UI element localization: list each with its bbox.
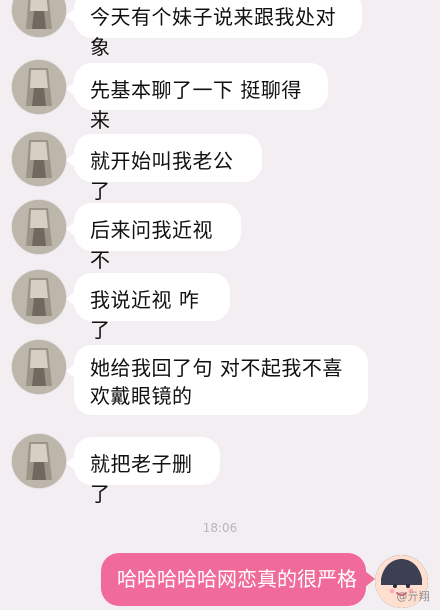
avatar-silhouette-icon <box>12 200 66 254</box>
avatar-silhouette-icon <box>12 434 66 488</box>
avatar-silhouette-icon <box>12 60 66 114</box>
message-bubble: 她给我回了句 对不起我不喜欢戴眼镜的 <box>66 345 368 415</box>
outgoing-message-text: 哈哈哈哈哈网恋真的很严格 <box>117 567 357 591</box>
contact-avatar[interactable] <box>12 200 66 254</box>
contact-avatar[interactable] <box>12 340 66 394</box>
message-text: 今天有个妹子说来跟我处对象 <box>90 5 336 59</box>
chat-window: 今天有个妹子说来跟我处对象 先基本聊了一下 挺聊得来 就开始叫我老公了 后来问我… <box>0 0 440 610</box>
avatar-silhouette-icon <box>12 270 66 324</box>
avatar-silhouette-icon <box>12 132 66 186</box>
message-text: 她给我回了句 对不起我不喜欢戴眼镜的 <box>90 356 343 408</box>
message-text: 就开始叫我老公了 <box>90 149 234 203</box>
message-text: 我说近视 咋了 <box>90 288 200 342</box>
message-bubble: 先基本聊了一下 挺聊得来 <box>66 63 328 132</box>
avatar-silhouette-icon <box>12 340 66 394</box>
contact-avatar[interactable] <box>12 434 66 488</box>
message-text: 先基本聊了一下 挺聊得来 <box>90 78 302 132</box>
contact-avatar[interactable] <box>12 270 66 324</box>
message-bubble: 就开始叫我老公了 <box>66 134 262 203</box>
message-bubble: 今天有个妹子说来跟我处对象 <box>66 0 362 59</box>
message-text: 就把老子删了 <box>90 452 193 506</box>
watermark: @亓翔 <box>396 590 430 603</box>
message-bubble: 就把老子删了 <box>66 437 220 506</box>
avatar-silhouette-icon <box>12 0 66 37</box>
contact-avatar[interactable] <box>12 132 66 186</box>
contact-avatar[interactable] <box>12 0 66 37</box>
message-bubble: 我说近视 咋了 <box>66 273 230 342</box>
message-text: 后来问我近视不 <box>90 218 213 272</box>
message-bubble: 后来问我近视不 <box>66 203 241 272</box>
outgoing-message-bubble: 哈哈哈哈哈网恋真的很严格 <box>101 553 375 606</box>
message-timestamp: 18:06 <box>202 521 238 535</box>
contact-avatar[interactable] <box>12 60 66 114</box>
